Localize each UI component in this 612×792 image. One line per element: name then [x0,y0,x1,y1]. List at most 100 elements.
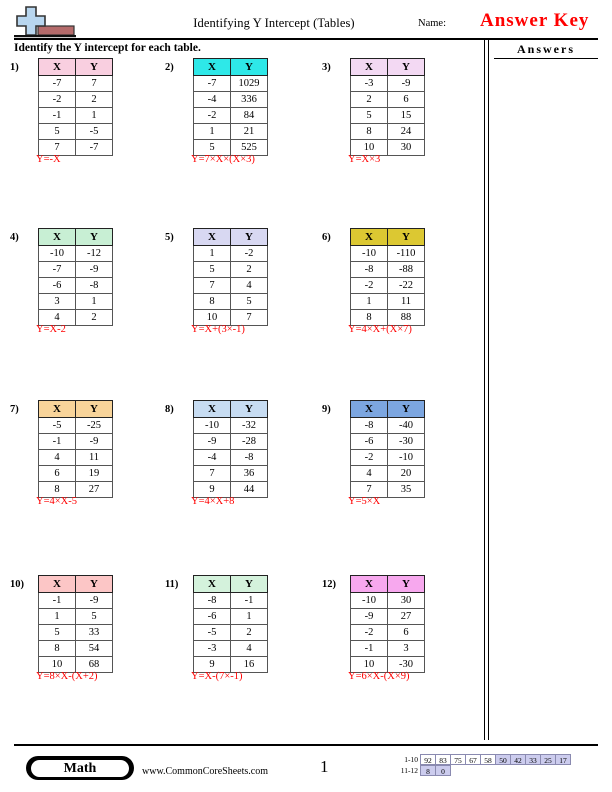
column-header-x: X [38,58,76,76]
table-header-row: XY [38,58,113,76]
y-value-cell: -12 [75,245,113,262]
y-value-cell: -9 [75,433,113,450]
column-header-y: Y [75,575,113,593]
table-row: -5 2 [193,624,268,641]
x-value-cell: -3 [350,75,388,92]
table-row: -4 336 [193,91,268,108]
y-value-cell: 2 [230,261,268,278]
instructions-text: Identify the Y intercept for each table. [14,42,201,54]
table-row: -9 -28 [193,433,268,450]
y-value-cell: 2 [230,624,268,641]
table-row: 5 15 [350,107,425,124]
x-value-cell: -7 [193,75,231,92]
x-value-cell: 2 [350,91,388,108]
x-value-cell: -7 [38,75,76,92]
x-value-cell: -5 [193,624,231,641]
y-value-cell: -25 [75,417,113,434]
y-value-cell: 7 [75,75,113,92]
x-value-cell: -8 [350,261,388,278]
table-row: 4 20 [350,465,425,482]
column-header-x: X [38,575,76,593]
table-row: -2 84 [193,107,268,124]
y-value-cell: 15 [387,107,425,124]
table-header-row: XY [38,400,113,418]
x-value-cell: -2 [193,107,231,124]
column-header-y: Y [387,575,425,593]
xy-table: X Y -8 -1 -6 1 -5 2 -3 4 9 16 [193,575,268,673]
xy-table: X Y -8 -40 -6 -30 -2 -10 4 20 7 35 [350,400,425,498]
table-header-row: XY [193,58,268,76]
table-row: -7 1029 [193,75,268,92]
table-row: -3 -9 [350,75,425,92]
y-value-cell: -9 [387,75,425,92]
table-header-row: XY [350,575,425,593]
x-value-cell: -1 [38,433,76,450]
y-value-cell: -9 [75,592,113,609]
y-value-cell: 35 [387,481,425,498]
y-value-cell: 24 [387,123,425,140]
score-cell: 17 [555,754,571,765]
x-value-cell: 6 [38,465,76,482]
table-header-row: XY [193,228,268,246]
x-value-cell: 5 [350,107,388,124]
x-value-cell: 4 [38,449,76,466]
xy-table: X Y -7 7 -2 2 -1 1 5 -5 7 -7 [38,58,113,156]
y-value-cell: 2 [75,91,113,108]
x-value-cell: -3 [193,640,231,657]
formula-label: Y=X-2 [36,324,66,335]
y-value-cell: -2 [230,245,268,262]
x-value-cell: -6 [193,608,231,625]
table-row: 85 [193,293,268,310]
page-title: Identifying Y Intercept (Tables) [193,16,355,30]
table-row: -7 7 [38,75,113,92]
y-value-cell: 27 [387,608,425,625]
x-value-cell: -2 [38,91,76,108]
column-header-x: X [350,400,388,418]
xy-table: X Y -10 -110 -8 -88 -2 -22 1 11 8 88 [350,228,425,326]
score-cell: 58 [480,754,496,765]
problem-number: 12) [322,579,336,590]
table-row: 31 [38,293,113,310]
y-value-cell: 54 [75,640,113,657]
column-header-y: Y [387,400,425,418]
x-value-cell: 8 [350,123,388,140]
xy-table: X Y -10 -32 -9 -28 -4 -8 7 36 9 44 [193,400,268,498]
table-header-row: XY [350,400,425,418]
problem-number: 5) [165,232,174,243]
table-row: 74 [193,277,268,294]
y-value-cell: 30 [387,592,425,609]
y-value-cell: -1 [230,592,268,609]
formula-label: Y=6×X-(X×9) [348,671,410,682]
xy-table: X Y -5 -25 -1 -9 4 11 6 19 8 27 [38,400,113,498]
table-row: 7 36 [193,465,268,482]
y-value-cell: 84 [230,107,268,124]
x-value-cell: -7 [38,261,76,278]
y-value-cell: 33 [75,624,113,641]
column-header-x: X [350,575,388,593]
table-row: -2 -22 [350,277,425,294]
table-row: -10 -32 [193,417,268,434]
table-row: -10 -12 [38,245,113,262]
formula-label: Y=8×X-(X+2) [36,671,98,682]
table-row: 5 -5 [38,123,113,140]
score-grid: 1-10 92 83 75 67 58 50 42 33 25 17 11-12 8 0 [390,754,571,776]
table-header-row: XY [38,575,113,593]
x-value-cell: 7 [193,465,231,482]
score-cell: 8 [420,765,436,776]
table-row: -1 1 [38,107,113,124]
y-value-cell: -8 [75,277,113,294]
table-row: 15 [38,608,113,625]
table-row: -8 -1 [193,592,268,609]
y-value-cell: -30 [387,433,425,450]
column-header-y: Y [230,228,268,246]
y-value-cell: -10 [387,449,425,466]
x-value-cell: 5 [38,123,76,140]
table-row: -2 2 [38,91,113,108]
column-header-x: X [193,575,231,593]
column-header-y: Y [230,400,268,418]
website-url: www.CommonCoreSheets.com [142,766,269,777]
y-value-cell: 4 [230,640,268,657]
score-range-label: 1-10 [404,755,418,764]
column-header-x: X [38,228,76,246]
table-row: -1 -9 [38,433,113,450]
